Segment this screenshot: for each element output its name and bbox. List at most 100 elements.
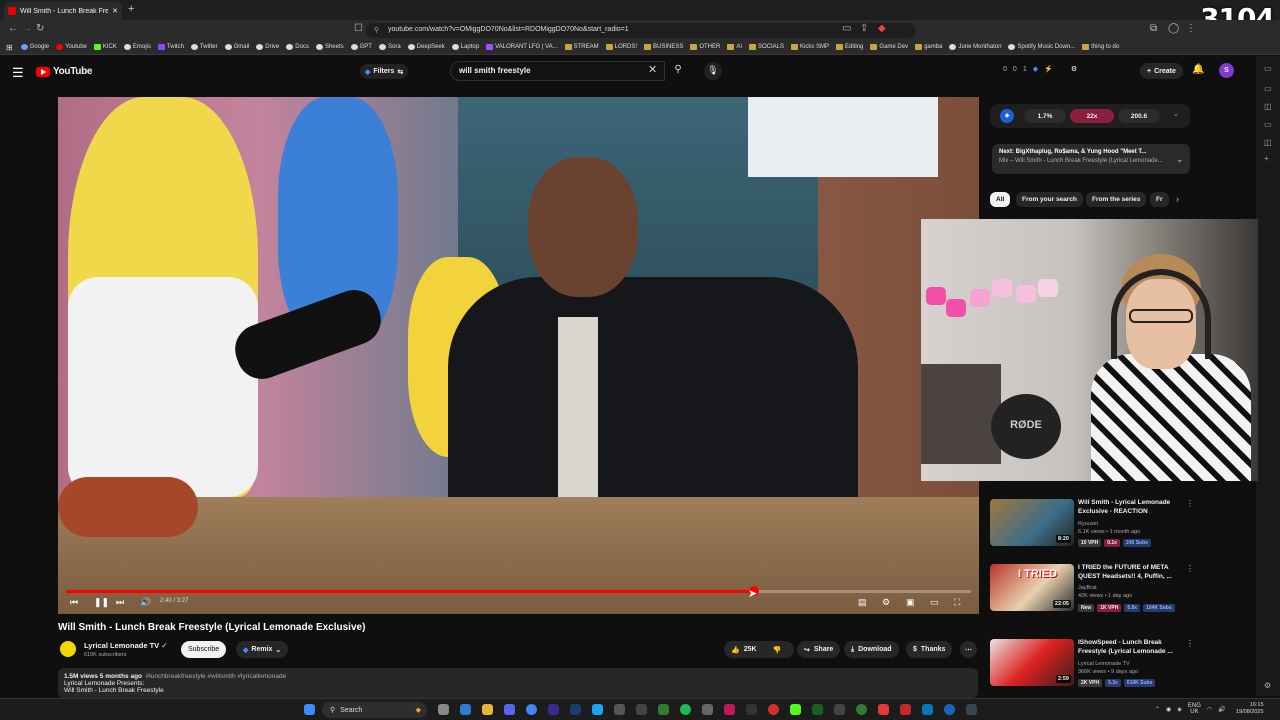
remix-button[interactable]: ◆ Remix ⌄ bbox=[236, 641, 289, 658]
create-button[interactable]: + Create bbox=[1140, 63, 1183, 79]
video-player[interactable]: ⏮ ❚❚ ⏭ 🔊 2:40 / 3:27 ▤ ⚙ ▣ ▭ ⛶ ➤ bbox=[58, 97, 979, 614]
subtitles-icon[interactable]: ▤ bbox=[858, 597, 867, 608]
bookmark-twitter[interactable]: Twitter bbox=[190, 44, 218, 50]
bookmark-valorant[interactable]: VALORANT LFG | VA... bbox=[486, 44, 558, 50]
bookmark-youtube[interactable]: Youtube bbox=[56, 44, 87, 50]
side-panel-icon-2[interactable]: ▭ bbox=[1264, 84, 1272, 93]
bookmark-google[interactable]: Google bbox=[20, 44, 49, 50]
extension-icon[interactable]: ◆ bbox=[878, 23, 886, 34]
theater-mode-icon[interactable]: ▭ bbox=[930, 597, 939, 608]
discord-icon[interactable] bbox=[504, 704, 515, 715]
browser-tab[interactable]: Will Smith - Lunch Break Freest ✕ bbox=[4, 2, 122, 20]
bookmark-folder-stream[interactable]: STREAM bbox=[564, 44, 599, 50]
photoshop-icon[interactable] bbox=[570, 704, 581, 715]
bookmark-folder-lords[interactable]: LORDS! bbox=[605, 44, 637, 50]
app-icon-13[interactable] bbox=[900, 704, 911, 715]
volume-icon[interactable]: 🔊 bbox=[140, 597, 151, 608]
side-panel-icon-5[interactable]: ◫ bbox=[1264, 138, 1272, 147]
bookmark-sheets[interactable]: Sheets bbox=[315, 44, 344, 50]
bookmark-folder-socials[interactable]: SOCIALS bbox=[749, 44, 784, 50]
thumbs-down-icon[interactable]: 👎 bbox=[773, 646, 782, 654]
more-options-icon[interactable]: ⋮ bbox=[1186, 499, 1194, 508]
app-icon-1[interactable] bbox=[460, 704, 471, 715]
bookmark-folder-thing-to-do[interactable]: thing to do bbox=[1082, 44, 1119, 50]
app-icon-4[interactable] bbox=[636, 704, 647, 715]
bookmark-docs[interactable]: Docs bbox=[286, 44, 309, 50]
taskbar-search[interactable]: ⚲ Search ◆ bbox=[322, 702, 427, 718]
recommendation-thumbnail[interactable]: 2:59 bbox=[990, 639, 1074, 686]
forward-icon[interactable]: → bbox=[22, 23, 32, 34]
bookmark-emojis[interactable]: Emojis bbox=[123, 44, 151, 50]
obs-icon[interactable] bbox=[768, 704, 779, 715]
clear-search-icon[interactable]: ✕ bbox=[648, 63, 657, 76]
channel-avatar[interactable] bbox=[60, 641, 76, 657]
bookmark-folder-ai[interactable]: AI bbox=[727, 44, 742, 50]
recommendation-channel[interactable]: JayBrat bbox=[1078, 585, 1097, 591]
gear-icon[interactable]: ⚙ bbox=[1071, 65, 1077, 73]
settings-gear-icon[interactable]: ⚙ bbox=[882, 597, 890, 608]
app-icon-8[interactable] bbox=[746, 704, 757, 715]
bookmark-laptop[interactable]: Laptop bbox=[451, 44, 479, 50]
more-options-icon[interactable]: ⋮ bbox=[1186, 564, 1194, 573]
site-info-icon[interactable]: ⚲ bbox=[374, 26, 379, 34]
premiere-icon[interactable] bbox=[548, 704, 559, 715]
recommendation-item[interactable]: 2:59 IShowSpeed - Lunch Break Freestyle … bbox=[990, 639, 1194, 689]
bookmark-kick[interactable]: KICK bbox=[93, 44, 117, 50]
like-dislike-button[interactable]: 👍 25K 👎 bbox=[724, 641, 794, 658]
tray-app-icon[interactable]: ◉ bbox=[1166, 706, 1171, 713]
progress-bar[interactable] bbox=[66, 586, 971, 596]
side-panel-icon-4[interactable]: ▭ bbox=[1264, 120, 1272, 129]
notifications-bell-icon[interactable]: 🔔 bbox=[1192, 64, 1204, 75]
recommendation-channel[interactable]: Lyrical Lemonade TV bbox=[1078, 661, 1130, 667]
app-icon-10[interactable] bbox=[834, 704, 845, 715]
bookmark-spotify-music[interactable]: Spotify Music Down... bbox=[1008, 44, 1075, 50]
more-actions-icon[interactable]: ⋯ bbox=[960, 641, 977, 658]
bookmark-folder-other[interactable]: OTHER bbox=[690, 44, 720, 50]
up-next-box[interactable]: Next: BigXthaplug, Ro$ama, & Yung Hood "… bbox=[992, 144, 1190, 174]
side-panel-add-icon[interactable]: + bbox=[1264, 154, 1269, 163]
miniplayer-icon[interactable]: ▣ bbox=[906, 597, 915, 608]
fullscreen-icon[interactable]: ⛶ bbox=[954, 597, 960, 608]
bookmark-folder-editing[interactable]: Editing bbox=[836, 44, 863, 50]
share-button[interactable]: ↪ Share bbox=[797, 641, 841, 658]
tab-close-icon[interactable]: ✕ bbox=[112, 7, 118, 15]
extensions-icon[interactable]: ⧉ bbox=[1150, 23, 1157, 34]
recommendation-title[interactable]: Will Smith - Lyrical Lemonade Exclusive … bbox=[1078, 499, 1182, 516]
language-indicator[interactable]: ENG UK bbox=[1188, 703, 1201, 715]
recommendation-channel[interactable]: Ryuusei bbox=[1078, 521, 1098, 527]
recommendation-thumbnail[interactable]: 8:20 bbox=[990, 499, 1074, 546]
search-icon[interactable]: ⚲ bbox=[668, 61, 688, 81]
bookmark-folder-game-dev[interactable]: Game Dev bbox=[870, 44, 908, 50]
reload-icon[interactable]: ↻ bbox=[36, 23, 44, 34]
app-icon-3[interactable] bbox=[614, 704, 625, 715]
chip-all[interactable]: All bbox=[990, 192, 1011, 207]
app-icon-16[interactable] bbox=[966, 704, 977, 715]
bookmark-folder-kicks-smp[interactable]: Kicks SMP bbox=[791, 44, 829, 50]
apps-icon[interactable]: ⊞ bbox=[6, 43, 13, 52]
hashtags[interactable]: #lunchbreakfreestyle #willsmith #lyrical… bbox=[146, 673, 287, 680]
download-button[interactable]: ⤓ Download bbox=[844, 641, 899, 658]
app-icon-14[interactable] bbox=[922, 704, 933, 715]
thumbs-up-icon[interactable]: 👍 bbox=[731, 646, 740, 654]
filters-button[interactable]: ◆ Filters ⇆ bbox=[360, 64, 409, 79]
cast-icon[interactable]: ▭ bbox=[842, 23, 851, 34]
new-tab-icon[interactable]: + bbox=[128, 3, 134, 15]
task-view-icon[interactable] bbox=[438, 704, 449, 715]
bookmark-folder-business[interactable]: BUSINESS bbox=[644, 44, 683, 50]
next-icon[interactable]: ⏭ bbox=[116, 597, 124, 608]
chip-more[interactable]: Fr bbox=[1150, 192, 1169, 207]
kick-icon[interactable] bbox=[790, 704, 801, 715]
pause-icon[interactable]: ❚❚ bbox=[94, 597, 109, 608]
recommendation-item[interactable]: I TRIED 22:05 I TRIED the FUTURE of META… bbox=[990, 564, 1194, 614]
wifi-icon[interactable]: ◠ bbox=[1207, 706, 1212, 713]
recommendation-title[interactable]: IShowSpeed - Lunch Break Freestyle (Lyri… bbox=[1078, 639, 1182, 656]
app-icon-12[interactable] bbox=[878, 704, 889, 715]
address-bar[interactable]: ⚲ youtube.com/watch?v=OMiggDO70No&list=R… bbox=[366, 23, 916, 38]
side-panel-icon-3[interactable]: ◫ bbox=[1264, 102, 1272, 111]
side-panel-icon-1[interactable]: ▭ bbox=[1264, 64, 1272, 73]
chip-from-the-series[interactable]: From the series bbox=[1086, 192, 1147, 207]
chips-next-icon[interactable]: › bbox=[1176, 194, 1179, 204]
bookmark-icon[interactable]: ☐ bbox=[354, 23, 363, 34]
bookmark-gpt[interactable]: GPT bbox=[350, 44, 372, 50]
extension-expand-icon[interactable]: ⌄ bbox=[1173, 110, 1179, 118]
